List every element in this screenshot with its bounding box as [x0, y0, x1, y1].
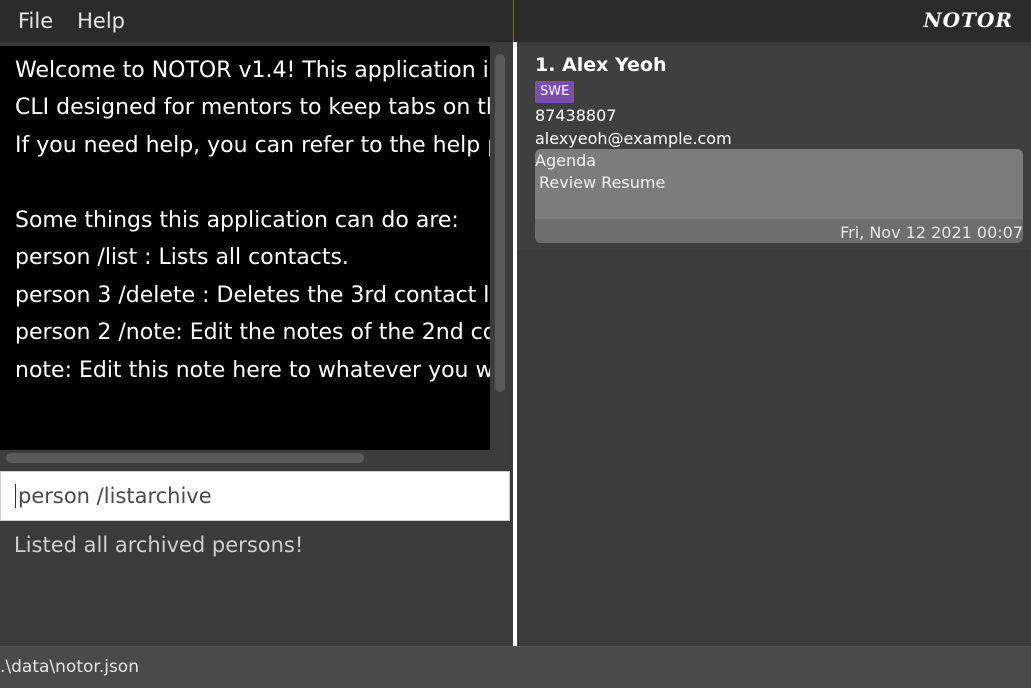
result-line: person /list : Lists all contacts. [15, 245, 349, 270]
person-list-panel: 1. Alex Yeoh SWE 87438807 alexyeoh@examp… [517, 42, 1031, 646]
horizontal-scroll-thumb[interactable] [6, 453, 364, 463]
feedback-text: Listed all archived persons! [14, 533, 304, 557]
menu-bar: File Help [0, 0, 513, 42]
person-tag: SWE [535, 81, 575, 103]
person-name: 1. Alex Yeoh [535, 54, 667, 76]
vertical-scroll-thumb[interactable] [495, 54, 505, 392]
note-title: Agenda [535, 151, 597, 170]
command-box[interactable]: person /listarchive [0, 471, 510, 521]
note-body: Agenda Review Resume [535, 149, 1023, 219]
app-logo: NOTOR [923, 8, 1013, 32]
command-input[interactable]: person /listarchive [15, 484, 212, 508]
save-location: .\data\notor.json [0, 657, 139, 677]
note-text: Review Resume [539, 173, 666, 192]
result-display[interactable]: Welcome to NOTOR v1.4! This application … [0, 46, 490, 450]
status-bar: .\data\notor.json [0, 646, 1031, 688]
person-email: alexyeoh@example.com [535, 129, 732, 148]
result-line: Some things this application can do are: [15, 208, 459, 233]
menu-help[interactable]: Help [77, 9, 125, 33]
note-timestamp: Fri, Nov 12 2021 00:07 [840, 223, 1023, 242]
menu-file[interactable]: File [18, 9, 53, 33]
person-phone: 87438807 [535, 106, 617, 125]
left-pane: Welcome to NOTOR v1.4! This application … [0, 42, 513, 646]
result-line: CLI designed for mentors to keep tabs on… [15, 95, 490, 120]
result-line: person 3 /delete : Deletes the 3rd conta… [15, 283, 490, 308]
result-line: If you need help, you can refer to the h… [15, 133, 490, 158]
result-line: Welcome to NOTOR v1.4! This application … [15, 58, 489, 83]
horizontal-scrollbar[interactable] [0, 450, 490, 466]
person-card[interactable]: 1. Alex Yeoh SWE 87438807 alexyeoh@examp… [517, 46, 1031, 250]
result-line: person 2 /note: Edit the notes of the 2n… [15, 320, 490, 345]
vertical-scrollbar[interactable] [491, 46, 509, 466]
person-note[interactable]: Agenda Review Resume Fri, Nov 12 2021 00… [535, 149, 1023, 243]
result-line: note: Edit this note here to whatever yo… [15, 358, 490, 383]
header-right: NOTOR [513, 0, 1031, 42]
